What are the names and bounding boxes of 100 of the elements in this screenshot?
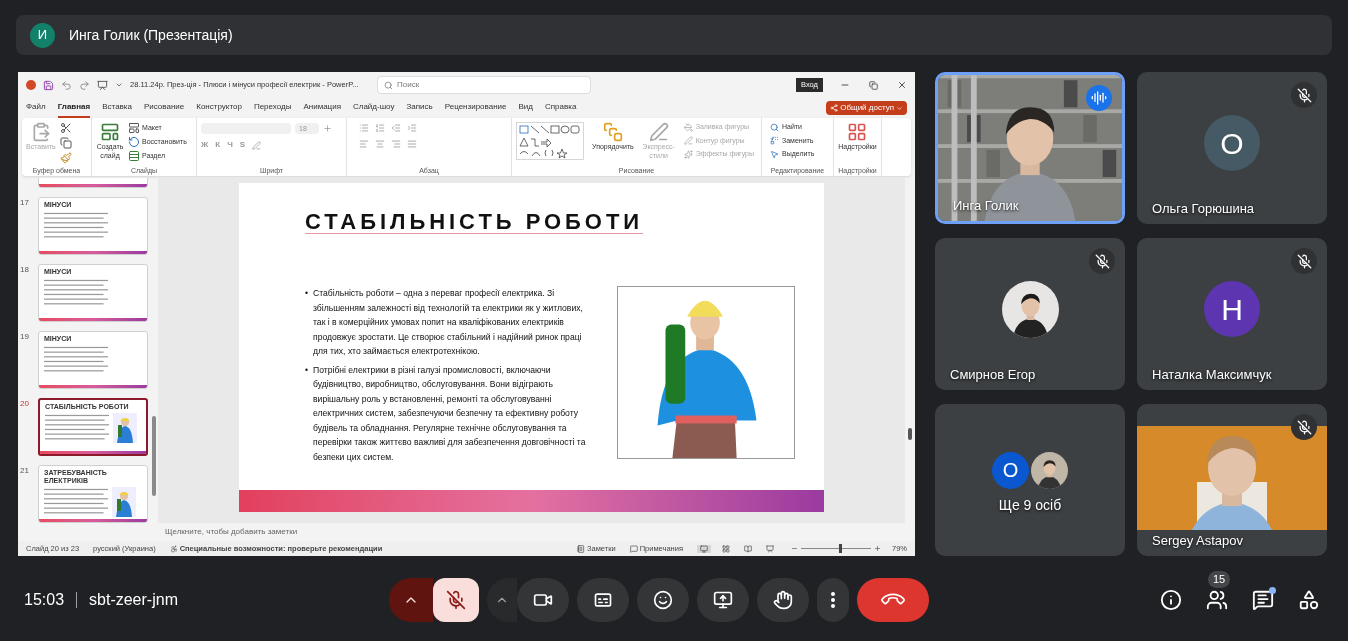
pen-icon [683, 136, 693, 146]
people-icon[interactable] [1206, 589, 1228, 611]
bullet-mark: • [305, 363, 308, 377]
text-lines-drawing [45, 413, 109, 441]
view-button[interactable] [719, 544, 733, 553]
new-slide-icon [100, 122, 120, 142]
ribbon-tab[interactable]: Справка [544, 98, 577, 118]
slide-number: 21 [20, 465, 30, 477]
save-icon[interactable] [43, 79, 54, 91]
notes-placeholder[interactable]: Щелкните, чтобы добавить заметки [165, 526, 298, 538]
ribbon-tab[interactable]: Файл [26, 98, 46, 118]
copy-icon[interactable] [59, 137, 72, 149]
more-options-button[interactable] [817, 578, 849, 622]
slide-number: 20 [20, 398, 30, 410]
paint-bucket-icon [683, 122, 693, 132]
caret-icon [896, 104, 903, 112]
ribbon-tab[interactable]: Рецензирование [444, 98, 507, 118]
info-icon[interactable] [1160, 589, 1182, 611]
replace-icon [770, 136, 779, 146]
view-button[interactable] [763, 544, 777, 553]
undo-icon[interactable] [61, 79, 72, 91]
leave-call-button[interactable] [857, 578, 929, 622]
captions-button[interactable] [577, 578, 629, 622]
text-lines-drawing [44, 278, 108, 306]
smiley-icon [653, 590, 673, 610]
people-count-badge: 15 [1208, 571, 1231, 588]
ribbon-tab[interactable]: Анимация [303, 98, 341, 118]
text-lines-drawing [44, 345, 108, 373]
numbering-icon[interactable] [375, 123, 385, 133]
arrange-icon [602, 122, 623, 142]
slideshow-icon[interactable] [97, 79, 108, 91]
search-field[interactable]: Поиск [377, 76, 591, 94]
present-button[interactable] [697, 578, 749, 622]
ribbon-tab[interactable]: Вид [518, 98, 533, 118]
zoom-out-icon[interactable] [791, 545, 798, 552]
presentation-icon [766, 544, 774, 553]
ribbon-tab[interactable]: Слайд-шоу [352, 98, 395, 118]
section-icon [128, 150, 140, 162]
participant-tile[interactable]: О Ольга Горюшина [1137, 72, 1327, 224]
zoom-thumb[interactable] [839, 544, 843, 553]
mic-off-icon [1296, 87, 1312, 103]
view-button[interactable] [741, 544, 755, 553]
view-button[interactable] [697, 544, 711, 553]
microphone-button[interactable] [433, 578, 479, 622]
ribbon-tab[interactable]: Вставка [102, 98, 132, 118]
book-icon [744, 544, 752, 553]
pen-icon [648, 122, 669, 142]
participant-tile[interactable]: Sergey Astapov [1137, 404, 1327, 556]
sparkles-icon [683, 149, 693, 159]
participant-name: Ще 9 осіб [997, 496, 1063, 515]
text-lines-drawing [44, 211, 108, 239]
caret-icon[interactable] [115, 81, 123, 89]
participant-tile[interactable]: Н Наталка Максимчук [1137, 238, 1327, 390]
comment-icon [629, 544, 638, 553]
participant-name: Наталка Максимчук [1152, 365, 1272, 384]
activities-icon[interactable] [1298, 589, 1320, 611]
sound-bars-icon [1091, 90, 1107, 106]
decrease-indent-icon[interactable] [391, 123, 401, 133]
search-placeholder: Поиск [397, 79, 420, 91]
mic-off-icon [1296, 419, 1312, 435]
ribbon-tab[interactable]: Конструктор [196, 98, 242, 118]
presentation-title: Инга Голик (Презентація) [69, 25, 233, 45]
slide-bullet: Стабільність роботи – одна з переваг професії електрика. Зі збільшенням залежності від технологій та електрики як у житлових, так і в комерційних умовах попит на кваліфікованих електриків продовжує зростати. Це створює стабільний і надійний ринок праці для тих, хто займається електротехнікою. [313, 287, 584, 358]
present-screen-icon [713, 590, 733, 610]
layout-icon [128, 122, 140, 134]
captions-icon [593, 590, 613, 610]
restore-icon[interactable] [869, 80, 878, 90]
avatar: Н [1204, 281, 1260, 337]
mic-off-icon [1296, 253, 1312, 269]
participant-name: Sergey Astapov [1152, 531, 1244, 550]
cut-icon[interactable] [59, 122, 72, 134]
participant-tile[interactable]: Смирнов Егор [935, 238, 1125, 390]
avatar: О [992, 451, 1029, 489]
camera-button[interactable] [517, 578, 569, 622]
reactions-button[interactable] [637, 578, 689, 622]
participant-tile[interactable]: О Ще 9 осіб [935, 404, 1125, 556]
bullet-mark: • [305, 287, 308, 300]
participant-tile[interactable]: Инга Голик [935, 72, 1125, 224]
slide-number: 17 [20, 197, 30, 209]
chat-icon[interactable] [1252, 589, 1274, 611]
redo-icon[interactable] [79, 79, 90, 91]
zoom-in-icon[interactable] [874, 545, 881, 552]
grow-font-icon[interactable] [323, 124, 332, 133]
monitor-icon [700, 544, 708, 553]
ribbon-tab[interactable]: Переходы [253, 98, 292, 118]
ribbon-tab[interactable]: Рисование [143, 98, 185, 118]
more-icon [831, 592, 835, 608]
participant-name: Инга Голик [953, 196, 1019, 215]
increase-indent-icon[interactable] [407, 123, 417, 133]
share-button[interactable]: Общий доступ [826, 101, 907, 115]
hand-icon [773, 590, 793, 610]
close-icon[interactable] [897, 80, 907, 90]
presenter-avatar: И [30, 22, 55, 48]
raise-hand-button[interactable] [757, 578, 809, 622]
shapes-gallery[interactable] [516, 122, 584, 160]
accessibility-icon [169, 544, 178, 553]
ribbon-tab[interactable]: Запись [406, 98, 433, 118]
meeting-time: 15:03 [24, 590, 65, 610]
format-painter-icon[interactable] [59, 152, 72, 164]
slide-number: 18 [20, 264, 30, 276]
